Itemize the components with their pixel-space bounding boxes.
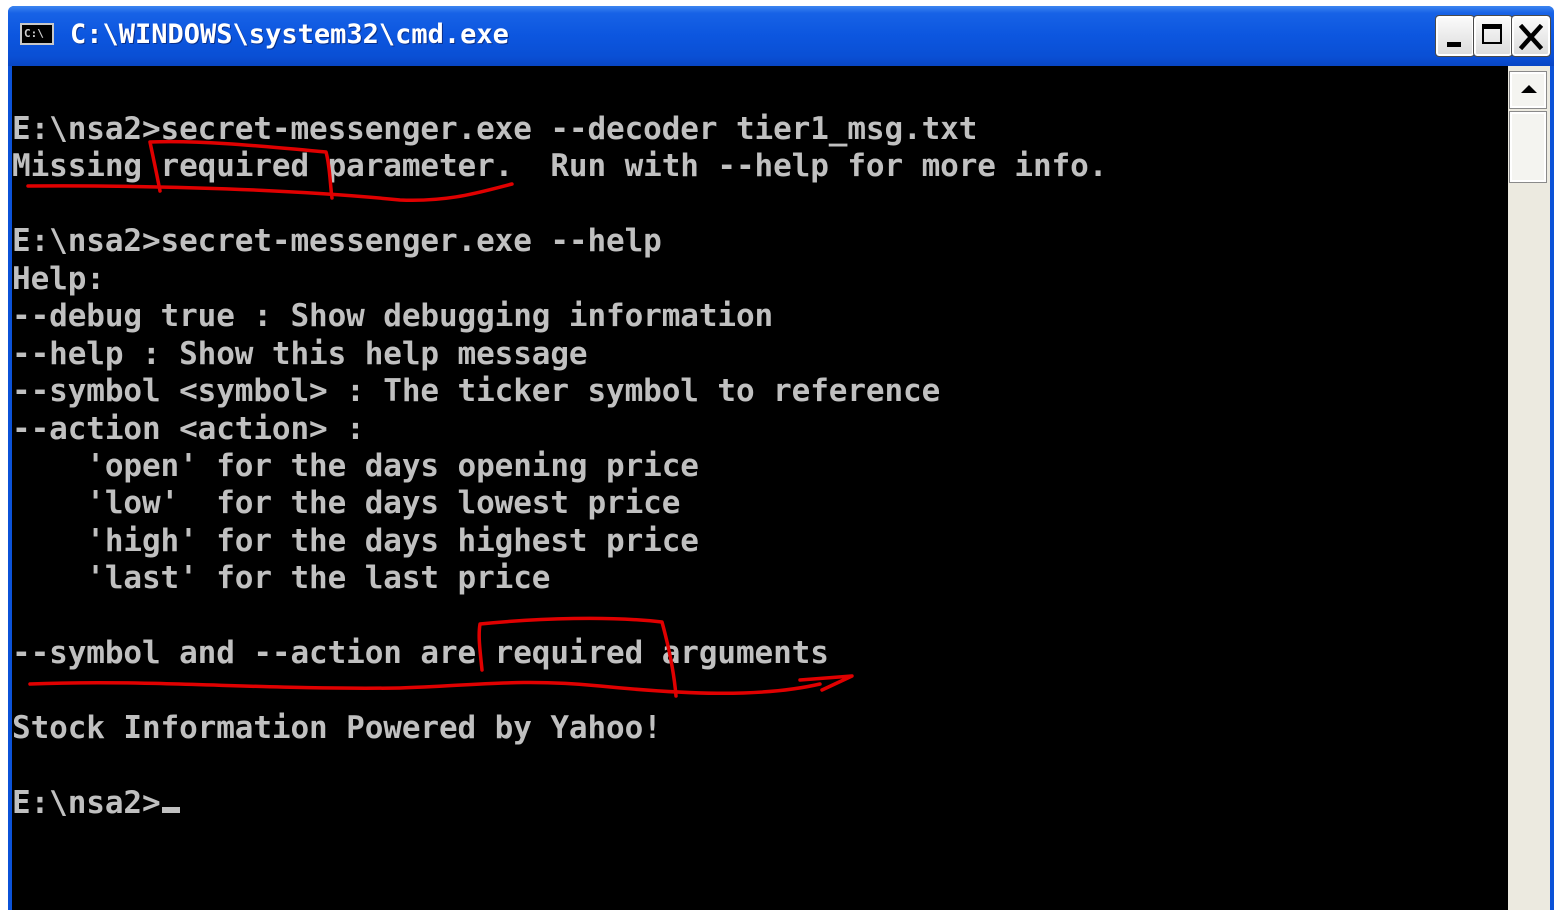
console-line: Stock Information Powered by Yahoo! (12, 710, 662, 746)
console-line: 'high' for the days highest price (12, 522, 699, 559)
maximize-button[interactable] (1473, 15, 1513, 57)
close-icon (1519, 24, 1543, 50)
prompt-line: E:\nsa2> (12, 785, 1107, 822)
minimize-button[interactable] (1435, 15, 1475, 57)
cmd-icon[interactable]: C:\ (20, 23, 54, 45)
window-title: C:\WINDOWS\system32\cmd.exe (70, 19, 509, 50)
console-line: --symbol and --action are required argum… (12, 635, 829, 672)
prompt-text: E:\nsa2> (12, 784, 161, 821)
vertical-scrollbar[interactable] (1508, 66, 1550, 910)
console-line: Missing required parameter. Run with --h… (12, 148, 1108, 185)
text-cursor (161, 806, 180, 813)
console-line: --symbol <symbol> : The ticker symbol to… (12, 373, 941, 410)
title-bar[interactable]: C:\ C:\WINDOWS\system32\cmd.exe (8, 6, 1554, 66)
console-line: --debug true : Show debugging informatio… (12, 298, 774, 335)
console-output[interactable]: E:\nsa2>secret-messenger.exe --decoder t… (12, 66, 1508, 910)
console-line: 'last' for the last price (12, 560, 551, 597)
console-line: --action <action> : (12, 410, 365, 447)
scroll-thumb[interactable] (1509, 111, 1547, 183)
scroll-up-button[interactable] (1509, 71, 1547, 109)
console-line: 'open' for the days opening price (12, 447, 699, 484)
console-line: E:\nsa2>secret-messenger.exe --decoder t… (12, 111, 978, 147)
console-line: --help : Show this help message (12, 335, 588, 372)
console-lines: E:\nsa2>secret-messenger.exe --decoder t… (12, 111, 1107, 822)
close-button[interactable] (1511, 15, 1551, 57)
console-line: 'low' for the days lowest price (12, 485, 681, 522)
cmd-window: C:\ C:\WINDOWS\system32\cmd.exe E:\nsa2>… (8, 6, 1554, 910)
console-line: E:\nsa2>secret-messenger.exe --help (12, 223, 662, 260)
console-line: Help: (12, 260, 105, 297)
